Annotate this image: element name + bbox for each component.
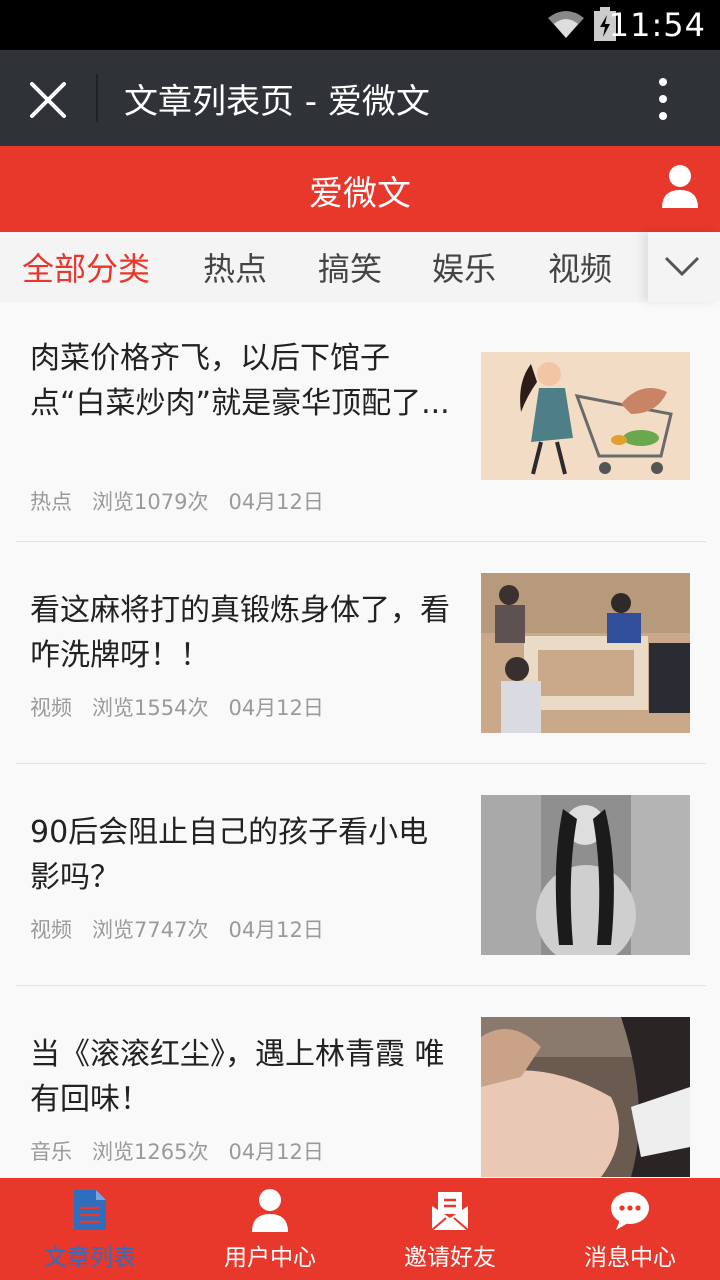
article-category: 视频: [30, 918, 72, 942]
article-meta: 热点 浏览1079次 04月12日: [30, 486, 344, 516]
list-item[interactable]: 90后会阻止自己的孩子看小电影吗？ 视频 浏览7747次 04月12日: [16, 764, 706, 986]
status-bar: 11:54: [0, 0, 720, 50]
document-icon: [74, 1190, 106, 1230]
article-views: 浏览1079次: [92, 490, 209, 514]
app-title: 爱微文: [309, 174, 411, 214]
window-titlebar: 文章列表页 - 爱微文: [0, 50, 720, 146]
chat-bubble-icon: [611, 1192, 649, 1230]
article-title[interactable]: 肉菜价格齐飞，以后下馆子点“白菜炒肉”就是豪华顶配了...: [30, 336, 455, 426]
nav-label: 文章列表: [44, 1245, 136, 1271]
chevron-down-icon: [664, 256, 700, 277]
article-date: 04月12日: [228, 490, 324, 514]
nav-article-list[interactable]: 文章列表: [0, 1178, 180, 1280]
invite-mail-icon: [431, 1192, 469, 1231]
nav-label: 消息中心: [584, 1245, 676, 1271]
article-date: 04月12日: [228, 1140, 324, 1164]
tab-entertainment[interactable]: 娱乐: [432, 244, 496, 290]
article-thumbnail[interactable]: [481, 795, 690, 955]
bottom-navigation: 文章列表 用户中心 邀请好友 消息中心: [0, 1178, 720, 1280]
article-views: 浏览1554次: [92, 696, 209, 720]
article-views: 浏览7747次: [92, 918, 209, 942]
nav-label: 用户中心: [224, 1245, 316, 1271]
article-category: 热点: [30, 490, 72, 514]
wifi-icon: [548, 11, 584, 38]
tab-video[interactable]: 视频: [548, 244, 612, 290]
category-tabs: 全部分类 热点 搞笑 娱乐 视频: [0, 232, 720, 302]
status-time: 11:54: [608, 6, 706, 44]
article-thumbnail[interactable]: [481, 352, 690, 480]
tab-hot[interactable]: 热点: [203, 244, 267, 290]
expand-tabs-button[interactable]: [648, 232, 720, 302]
list-item[interactable]: 肉菜价格齐飞，以后下馆子点“白菜炒肉”就是豪华顶配了... 热点 浏览1079次 0…: [16, 302, 706, 542]
article-thumbnail[interactable]: [481, 1017, 690, 1177]
more-vertical-icon[interactable]: [650, 76, 676, 122]
article-date: 04月12日: [228, 696, 324, 720]
tab-funny[interactable]: 搞笑: [318, 244, 382, 290]
article-title[interactable]: 看这麻将打的真锻炼身体了，看咋洗牌呀！！: [30, 588, 455, 678]
nav-user-center[interactable]: 用户中心: [180, 1178, 360, 1280]
nav-invite-friends[interactable]: 邀请好友: [360, 1178, 540, 1280]
nav-message-center[interactable]: 消息中心: [540, 1178, 720, 1280]
titlebar-divider: [96, 74, 98, 122]
article-meta: 音乐 浏览1265次 04月12日: [30, 1136, 344, 1166]
article-date: 04月12日: [228, 918, 324, 942]
app-header: 爱微文: [0, 146, 720, 232]
user-icon: [252, 1189, 288, 1232]
article-title[interactable]: 90后会阻止自己的孩子看小电影吗？: [30, 810, 455, 900]
article-meta: 视频 浏览1554次 04月12日: [30, 692, 344, 722]
article-category: 视频: [30, 696, 72, 720]
list-item[interactable]: 看这麻将打的真锻炼身体了，看咋洗牌呀！！ 视频 浏览1554次 04月12日: [16, 542, 706, 764]
window-title: 文章列表页 - 爱微文: [124, 82, 430, 122]
article-views: 浏览1265次: [92, 1140, 209, 1164]
close-icon[interactable]: [28, 80, 68, 120]
user-profile-icon[interactable]: [660, 164, 700, 208]
article-title[interactable]: 当《滚滚红尘》，遇上林青霞 唯有回味！: [30, 1032, 455, 1122]
nav-label: 邀请好友: [404, 1245, 496, 1271]
tab-all-categories[interactable]: 全部分类: [22, 244, 150, 290]
article-category: 音乐: [30, 1140, 72, 1164]
article-meta: 视频 浏览7747次 04月12日: [30, 914, 344, 944]
article-thumbnail[interactable]: [481, 573, 690, 733]
